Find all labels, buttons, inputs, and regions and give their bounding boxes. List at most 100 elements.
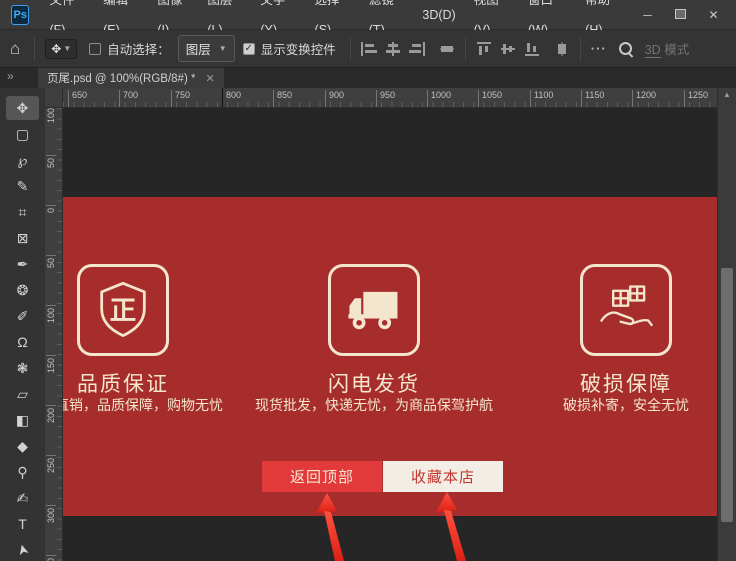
pen-tool[interactable]: ✍ [6,486,39,510]
ruler-label: 0 [46,205,56,213]
svg-text:正: 正 [110,296,137,326]
clone-stamp-tool[interactable]: Ω [6,330,39,354]
ruler-label: 1250 [684,90,708,108]
ruler-label: 100 [46,108,56,123]
maximize-icon [675,9,686,19]
ruler-label: 250 [46,455,56,473]
align-bottom-edges-icon[interactable] [520,38,544,60]
hand-package-icon [594,278,658,342]
align-horizontal-centers-icon[interactable] [381,38,405,60]
shield-certified-icon: 正 [91,278,155,342]
ruler-label: 850 [273,90,292,108]
show-transform-label: 显示变换控件 [261,39,336,58]
show-transform-checkbox[interactable]: ✓ [243,43,255,55]
close-button[interactable]: ✕ [697,1,730,29]
distribute-vertical-centers-icon[interactable] [550,38,574,60]
gradient-tool[interactable]: ◧ [6,408,39,432]
move-tool[interactable]: ✥ [6,96,39,120]
feature-shipping: 闪电发货 [274,264,474,398]
align-vertical-centers-icon[interactable] [496,38,520,60]
feature-subtitle: 现货批发，快递无忧，为商品保驾护航 [255,395,493,415]
feature-title: 闪电发货 [274,368,474,398]
tools-panel: ✥ ▢ ℘ ✎ ⌗ ⊠ ✒ ❂ ✐ Ω ❃ ▱ ◧ ◆ ⚲ ✍ T ➤ [0,88,45,561]
scroll-up-icon[interactable]: ▲ [718,90,736,99]
scrollbar-thumb[interactable] [721,268,733,522]
vertical-scrollbar[interactable]: ▲ [717,88,736,561]
home-icon[interactable]: ⌂ [0,39,28,59]
align-right-edges-icon[interactable] [405,38,429,60]
feature-icon-frame [328,264,420,356]
ruler-label: 950 [376,90,395,108]
ruler-label: 700 [119,90,138,108]
vertical-ruler[interactable]: 100 50 0 50 100 150 200 250 300 350 [45,108,63,561]
crop-tool[interactable]: ⌗ [6,200,39,224]
ruler-ticks [57,108,62,561]
distribute-horizontal-centers-icon[interactable] [435,38,459,60]
options-overflow-icon[interactable]: ··· [587,41,611,56]
separator [350,37,351,61]
chevron-down-icon: ▼ [63,44,71,53]
spot-healing-brush-tool[interactable]: ❂ [6,278,39,302]
tools-panel-expand-icon[interactable]: » [7,69,14,83]
dodge-tool[interactable]: ⚲ [6,460,39,484]
ruler-label: 50 [46,255,56,268]
search-icon[interactable] [617,40,635,58]
chevron-down-icon: ▼ [219,44,227,53]
maximize-button[interactable] [664,1,697,29]
ruler-label: 650 [68,90,87,108]
truck-icon [342,278,406,342]
minimize-button[interactable]: ─ [631,1,664,29]
separator [580,37,581,61]
brush-tool[interactable]: ✐ [6,304,39,328]
horizontal-ruler[interactable]: 650 700 750 800 850 900 950 1000 1050 11… [63,88,717,108]
ruler-label: 1200 [632,90,656,108]
quick-selection-tool[interactable]: ✎ [6,174,39,198]
feature-quality: 正 品质保证 [63,264,223,398]
history-brush-tool[interactable]: ❃ [6,356,39,380]
document-tab[interactable]: 页尾.psd @ 100%(RGB/8#) * ✕ [38,68,224,88]
ruler-label: 1000 [427,90,451,108]
feature-icon-frame [580,264,672,356]
document-tab-title: 页尾.psd @ 100%(RGB/8#) * [47,70,195,86]
document-canvas[interactable]: 正 品质保证 直销，品质保障，购物无忧 闪电发货 现货批发，快递无忧 [63,108,717,561]
auto-select-checkbox[interactable] [89,43,101,55]
align-top-edges-icon[interactable] [472,38,496,60]
document-tab-bar: » 页尾.psd @ 100%(RGB/8#) * ✕ [0,68,736,88]
cursor-position-marker [222,88,223,108]
frame-tool[interactable]: ⊠ [6,226,39,250]
align-left-edges-icon[interactable] [357,38,381,60]
feature-title: 破损保障 [526,368,717,398]
feature-subtitle: 破损补寄，安全无忧 [563,395,689,415]
feature-title: 品质保证 [63,368,223,398]
favorite-shop-button: 收藏本店 [383,461,503,492]
ruler-label: 150 [46,355,56,373]
separator [34,37,35,61]
blur-tool[interactable]: ◆ [6,434,39,458]
ruler-label: 750 [171,90,190,108]
eyedropper-tool[interactable]: ✒ [6,252,39,276]
auto-select-target-value: 图层 [186,39,211,58]
ruler-corner [45,88,63,108]
rectangular-marquee-tool[interactable]: ▢ [6,122,39,146]
separator [465,37,466,61]
move-tool-icon: ✥ [51,42,61,56]
ruler-label: 100 [46,305,56,323]
move-tool-preset-button[interactable]: ✥ ▼ [45,39,77,59]
auto-select-label: 自动选择： [107,39,170,58]
tool-options-bar: ⌂ ✥ ▼ 自动选择： 图层 ▼ ✓ 显示变换控件 [0,30,736,68]
lasso-tool[interactable]: ℘ [6,148,39,172]
eraser-tool[interactable]: ▱ [6,382,39,406]
photoshop-logo-icon: Ps [11,5,29,25]
ruler-label: 1100 [530,90,553,108]
ruler-label: 50 [46,155,56,168]
photoshop-window: Ps 文件(F) 编辑(E) 图像(I) 图层(L) 文字(Y) 选择(S) 滤… [0,0,736,561]
ruler-label: 800 [222,90,241,108]
ruler-label: 1050 [478,90,502,108]
tab-close-icon[interactable]: ✕ [205,72,214,85]
auto-select-target-dropdown[interactable]: 图层 ▼ [178,35,235,62]
menu-3d[interactable]: 3D(D) [413,0,464,30]
feature-icon-frame: 正 [77,264,169,356]
ruler-label: 350 [46,555,56,561]
ruler-label: 300 [46,505,56,523]
feature-damage-protection: 破损保障 [526,264,717,398]
